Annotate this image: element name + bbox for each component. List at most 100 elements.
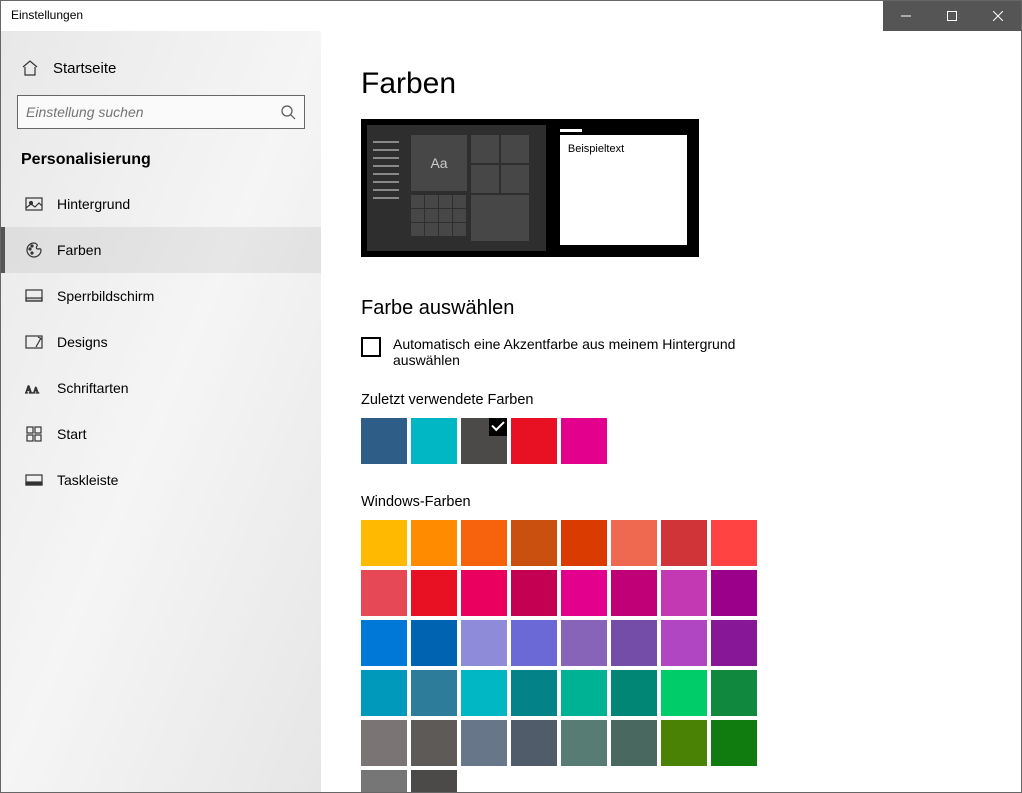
sidebar-item-label: Designs: [57, 334, 108, 350]
windows-color-swatch[interactable]: [411, 720, 457, 766]
windows-color-swatch[interactable]: [611, 520, 657, 566]
windows-color-swatch[interactable]: [411, 770, 457, 792]
nav-list: Hintergrund Farben Sperrbildschirm Designs A…: [1, 181, 321, 503]
preview-start-menu: Aa: [367, 125, 546, 251]
windows-color-swatch[interactable]: [461, 570, 507, 616]
svg-text:A: A: [25, 385, 33, 396]
search-icon: [280, 104, 296, 120]
preview-window-area: Beispieltext: [554, 125, 693, 251]
windows-color-swatch[interactable]: [661, 720, 707, 766]
sidebar-item-start[interactable]: Start: [1, 411, 321, 457]
windows-color-swatch[interactable]: [411, 520, 457, 566]
sidebar-item-label: Start: [57, 426, 87, 442]
windows-color-swatch[interactable]: [511, 570, 557, 616]
windows-color-swatch[interactable]: [561, 670, 607, 716]
recent-color-swatch[interactable]: [411, 418, 457, 464]
checkbox-box: [361, 337, 381, 357]
windows-color-swatch[interactable]: [611, 570, 657, 616]
windows-colors-label: Windows-Farben: [361, 494, 981, 510]
windows-color-swatch[interactable]: [611, 670, 657, 716]
preview-menu-lines: [373, 131, 407, 245]
sidebar-item-label: Farben: [57, 242, 101, 258]
windows-color-swatch[interactable]: [411, 570, 457, 616]
lockscreen-icon: [25, 287, 43, 305]
preview-sample-text: Beispieltext: [560, 135, 687, 245]
windows-color-swatch[interactable]: [711, 520, 757, 566]
design-icon: [25, 333, 43, 351]
sidebar: Startseite Personalisierung HintergrundF…: [1, 31, 321, 792]
font-icon: AA: [25, 379, 43, 397]
page-title: Farben: [361, 67, 981, 101]
sidebar-item-hintergrund[interactable]: Hintergrund: [1, 181, 321, 227]
windows-color-swatch[interactable]: [411, 670, 457, 716]
theme-preview: Aa Beispieltext: [361, 119, 699, 257]
search-input[interactable]: [26, 104, 280, 120]
windows-color-swatch[interactable]: [711, 620, 757, 666]
taskbar-icon: [25, 471, 43, 489]
windows-color-swatch[interactable]: [511, 620, 557, 666]
home-label: Startseite: [53, 60, 116, 77]
recent-colors-label: Zuletzt verwendete Farben: [361, 392, 981, 408]
sidebar-item-designs[interactable]: Designs: [1, 319, 321, 365]
recent-colors-row: [361, 418, 981, 464]
home-link[interactable]: Startseite: [1, 41, 321, 95]
windows-color-swatch[interactable]: [711, 570, 757, 616]
windows-color-swatch[interactable]: [661, 670, 707, 716]
windows-color-swatch[interactable]: [661, 620, 707, 666]
body: Startseite Personalisierung HintergrundF…: [1, 31, 1021, 792]
windows-color-swatch[interactable]: [711, 720, 757, 766]
windows-color-swatch[interactable]: [461, 720, 507, 766]
sidebar-item-label: Taskleiste: [57, 472, 118, 488]
windows-color-swatch[interactable]: [361, 620, 407, 666]
windows-color-swatch[interactable]: [361, 720, 407, 766]
main-pane: Farben Aa: [321, 31, 1021, 792]
windows-color-swatch[interactable]: [561, 520, 607, 566]
start-icon: [25, 425, 43, 443]
windows-color-swatch[interactable]: [461, 520, 507, 566]
windows-color-swatch[interactable]: [561, 720, 607, 766]
settings-window: Einstellungen Startseite: [0, 0, 1022, 793]
sidebar-item-farben[interactable]: Farben: [1, 227, 321, 273]
windows-color-swatch[interactable]: [661, 570, 707, 616]
sidebar-item-label: Schriftarten: [57, 380, 129, 396]
svg-text:A: A: [33, 386, 39, 395]
windows-color-swatch[interactable]: [561, 620, 607, 666]
sidebar-item-schriftarten[interactable]: AA Schriftarten: [1, 365, 321, 411]
titlebar: Einstellungen: [1, 1, 1021, 31]
windows-color-swatch[interactable]: [561, 570, 607, 616]
preview-aa: Aa: [411, 135, 467, 191]
preview-tiles: Aa: [411, 131, 540, 245]
windows-color-swatch[interactable]: [411, 620, 457, 666]
sidebar-item-label: Hintergrund: [57, 196, 130, 212]
section-choose-color: Farbe auswählen: [361, 297, 981, 320]
sidebar-item-taskleiste[interactable]: Taskleiste: [1, 457, 321, 503]
window-controls: [883, 1, 1021, 31]
windows-color-swatch[interactable]: [361, 770, 407, 792]
recent-color-swatch[interactable]: [361, 418, 407, 464]
windows-color-swatch[interactable]: [361, 520, 407, 566]
sidebar-search[interactable]: [17, 95, 305, 129]
windows-color-swatch[interactable]: [461, 670, 507, 716]
close-button[interactable]: [975, 1, 1021, 31]
sidebar-item-sperrbildschirm[interactable]: Sperrbildschirm: [1, 273, 321, 319]
windows-color-swatch[interactable]: [661, 520, 707, 566]
window-title: Einstellungen: [1, 1, 883, 31]
windows-color-swatch[interactable]: [511, 670, 557, 716]
windows-color-swatch[interactable]: [611, 620, 657, 666]
home-icon: [21, 59, 39, 77]
windows-color-swatch[interactable]: [361, 570, 407, 616]
windows-color-swatch[interactable]: [511, 520, 557, 566]
windows-color-swatch[interactable]: [461, 620, 507, 666]
minimize-button[interactable]: [883, 1, 929, 31]
sidebar-item-label: Sperrbildschirm: [57, 288, 154, 304]
auto-accent-checkbox[interactable]: Automatisch eine Akzentfarbe aus meinem …: [361, 336, 781, 368]
maximize-button[interactable]: [929, 1, 975, 31]
recent-color-swatch[interactable]: [461, 418, 507, 464]
windows-color-swatch[interactable]: [361, 670, 407, 716]
windows-color-swatch[interactable]: [611, 720, 657, 766]
windows-color-swatch[interactable]: [511, 720, 557, 766]
recent-color-swatch[interactable]: [511, 418, 557, 464]
palette-icon: [25, 241, 43, 259]
windows-color-swatch[interactable]: [711, 670, 757, 716]
recent-color-swatch[interactable]: [561, 418, 607, 464]
